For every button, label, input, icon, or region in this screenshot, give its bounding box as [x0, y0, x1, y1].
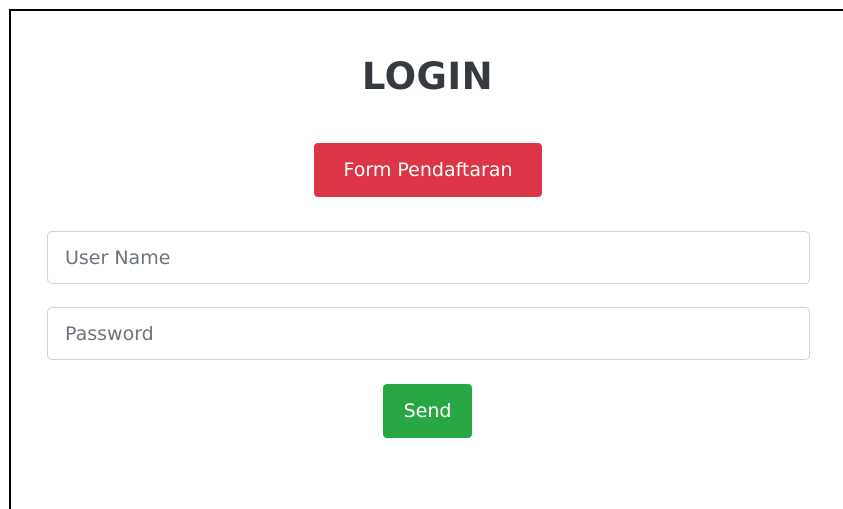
send-button[interactable]: Send — [383, 384, 472, 438]
username-input[interactable] — [47, 231, 810, 284]
registration-form-button[interactable]: Form Pendaftaran — [314, 143, 542, 197]
login-panel: LOGIN Form Pendaftaran Send — [9, 9, 843, 509]
page-title: LOGIN — [361, 55, 494, 98]
password-input[interactable] — [47, 307, 810, 360]
